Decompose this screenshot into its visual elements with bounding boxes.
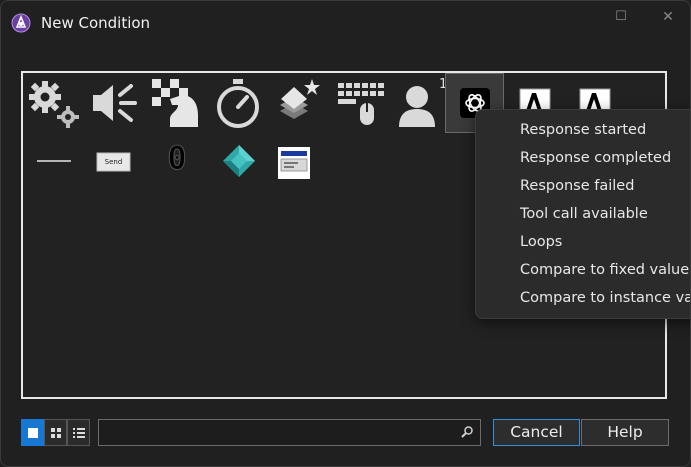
special-conditions-icon[interactable] [25,75,83,133]
keyboard-mouse-icon[interactable] [334,75,392,133]
menu-item-response-failed[interactable]: Response failed [520,178,634,194]
menu-item-response-completed[interactable]: Response completed [520,150,671,166]
view-small-icons-button[interactable] [44,419,67,446]
sound-icon[interactable] [87,75,145,133]
search-icon[interactable] [460,425,474,439]
create-objects-icon[interactable] [272,75,330,133]
large-icons-icon [28,428,38,438]
menu-item-response-started[interactable]: Response started [520,122,646,138]
counter-label: 0 [167,139,187,178]
cancel-button[interactable]: Cancel [493,419,580,446]
menu-item-tool-call-available[interactable]: Tool call available [520,206,648,222]
context-menu: Response started Response completed Resp… [475,109,690,319]
active-gem-object-icon[interactable] [210,133,268,191]
search-input[interactable] [103,423,447,444]
counter-object-icon[interactable]: 0 [148,133,206,191]
menu-item-compare-instance[interactable]: Compare to instance value [520,290,690,306]
app-logo-icon [11,13,31,33]
storyboard-icon[interactable] [148,75,206,133]
dialog-window: New Condition ☐ ✕ 1 Send 0 Response star… [0,0,691,467]
view-mode-group [21,419,93,446]
send-button-object-icon[interactable]: Send [87,133,145,191]
window-title: New Condition [41,14,151,32]
help-button[interactable]: Help [581,419,669,446]
line-object-icon[interactable] [25,133,83,191]
view-large-icons-button[interactable] [21,419,44,446]
menu-item-loops[interactable]: Loops [520,234,562,250]
list-icon [73,428,85,438]
view-list-button[interactable] [67,419,90,446]
small-icons-icon [51,428,61,438]
title-bar: New Condition ☐ ✕ [1,1,690,45]
timer-icon[interactable] [210,75,268,133]
menu-item-compare-fixed[interactable]: Compare to fixed value [520,262,689,278]
search-box [98,419,481,446]
close-button[interactable]: ✕ [656,7,680,27]
maximize-button[interactable]: ☐ [609,7,633,27]
window-control-object-icon[interactable] [272,133,330,191]
send-button-label: Send [104,158,123,166]
